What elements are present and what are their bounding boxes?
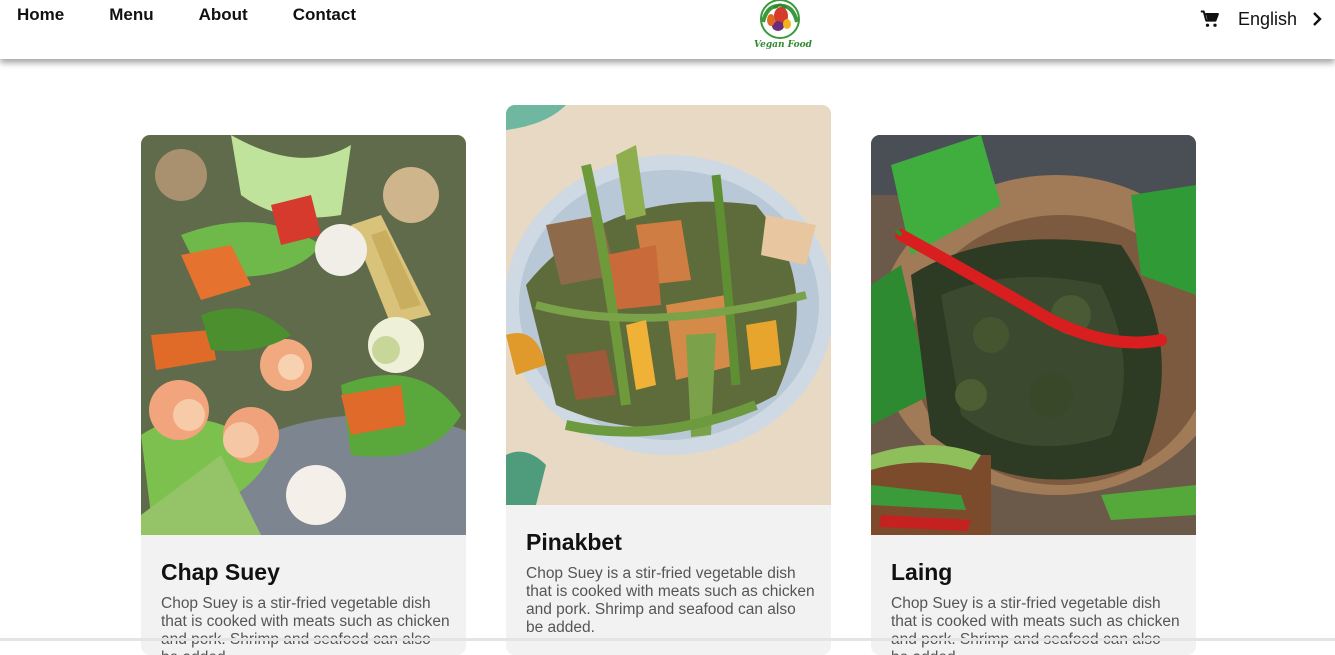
card-body: Laing Chop Suey is a stir-fried vegetabl… [871,535,1196,655]
card-title: Chap Suey [161,559,280,585]
chevron-right-icon[interactable] [1311,11,1323,27]
nav-right: English [1200,8,1323,30]
nav-links: Home Menu About Contact [17,5,401,25]
laing-image [871,135,1196,535]
chap-suey-image [141,135,466,535]
cart-icon[interactable] [1200,9,1220,29]
vegan-food-logo[interactable]: Vegan Food [754,0,812,54]
logo-icon [760,0,800,39]
card-body: Pinakbet Chop Suey is a stir-fried veget… [506,505,831,637]
nav-home-link[interactable]: Home [17,5,64,25]
card-body: Chap Suey Chop Suey is a stir-fried vege… [141,535,466,655]
nav-contact-link[interactable]: Contact [293,5,356,25]
dish-card-chap-suey[interactable]: Chap Suey Chop Suey is a stir-fried vege… [141,135,466,655]
logo-text: Vegan Food [754,40,812,50]
nav-about-link[interactable]: About [199,5,248,25]
card-description: Chop Suey is a stir-fried vegetable dish… [526,565,815,636]
card-title: Pinakbet [526,529,622,555]
dish-card-laing[interactable]: Laing Chop Suey is a stir-fried vegetabl… [871,135,1196,655]
pinakbet-image [506,105,831,505]
card-description: Chop Suey is a stir-fried vegetable dish… [891,595,1180,655]
card-description: Chop Suey is a stir-fried vegetable dish… [161,595,450,655]
dish-card-pinakbet[interactable]: Pinakbet Chop Suey is a stir-fried veget… [506,105,831,655]
language-selector[interactable]: English [1238,8,1297,30]
nav-menu-link[interactable]: Menu [109,5,153,25]
navbar: Home Menu About Contact Vegan Food Engli… [0,0,1335,59]
card-title: Laing [891,559,953,585]
